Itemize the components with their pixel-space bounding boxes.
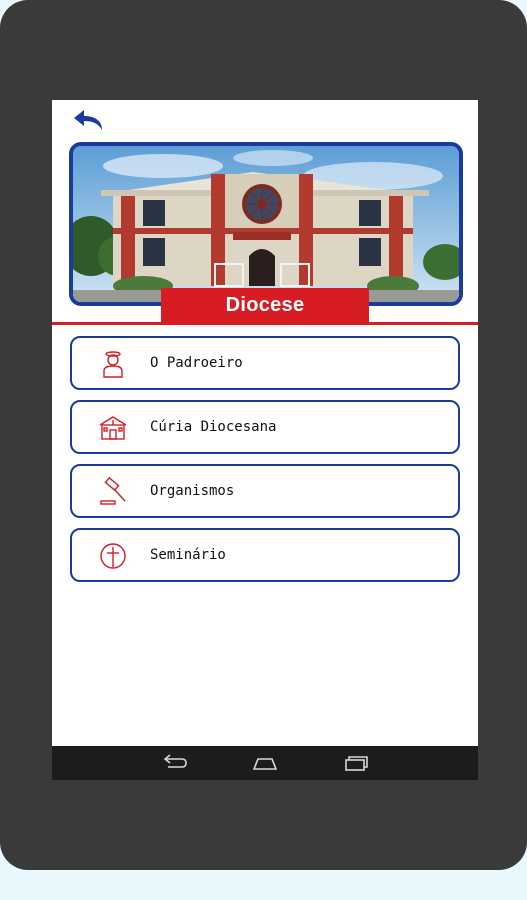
saint-icon [98, 349, 128, 379]
section-title: Diocese [161, 288, 369, 322]
cross-circle-icon [98, 541, 128, 571]
menu-item-padroeiro[interactable]: O Padroeiro [70, 336, 460, 390]
recents-nav-icon[interactable] [340, 753, 370, 773]
back-nav-icon[interactable] [160, 753, 190, 773]
back-arrow-icon[interactable] [72, 108, 106, 132]
menu-list: O Padroeiro Cúria Diocesana Organismos S… [70, 336, 460, 592]
system-navbar [52, 746, 478, 780]
app-screen: Diocese O Padroeiro Cúria Diocesana Orga… [52, 100, 478, 780]
menu-item-label: O Padroeiro [150, 355, 243, 371]
menu-item-label: Organismos [150, 483, 235, 499]
menu-item-curia[interactable]: Cúria Diocesana [70, 400, 460, 454]
gavel-icon [98, 476, 128, 507]
menu-item-seminario[interactable]: Seminário [70, 528, 460, 582]
home-nav-icon[interactable] [250, 753, 280, 773]
menu-item-label: Seminário [150, 547, 226, 563]
section-divider [52, 322, 478, 325]
church-building-icon [98, 413, 128, 443]
menu-item-label: Cúria Diocesana [150, 419, 277, 435]
menu-item-organismos[interactable]: Organismos [70, 464, 460, 518]
cathedral-photo [69, 142, 463, 306]
